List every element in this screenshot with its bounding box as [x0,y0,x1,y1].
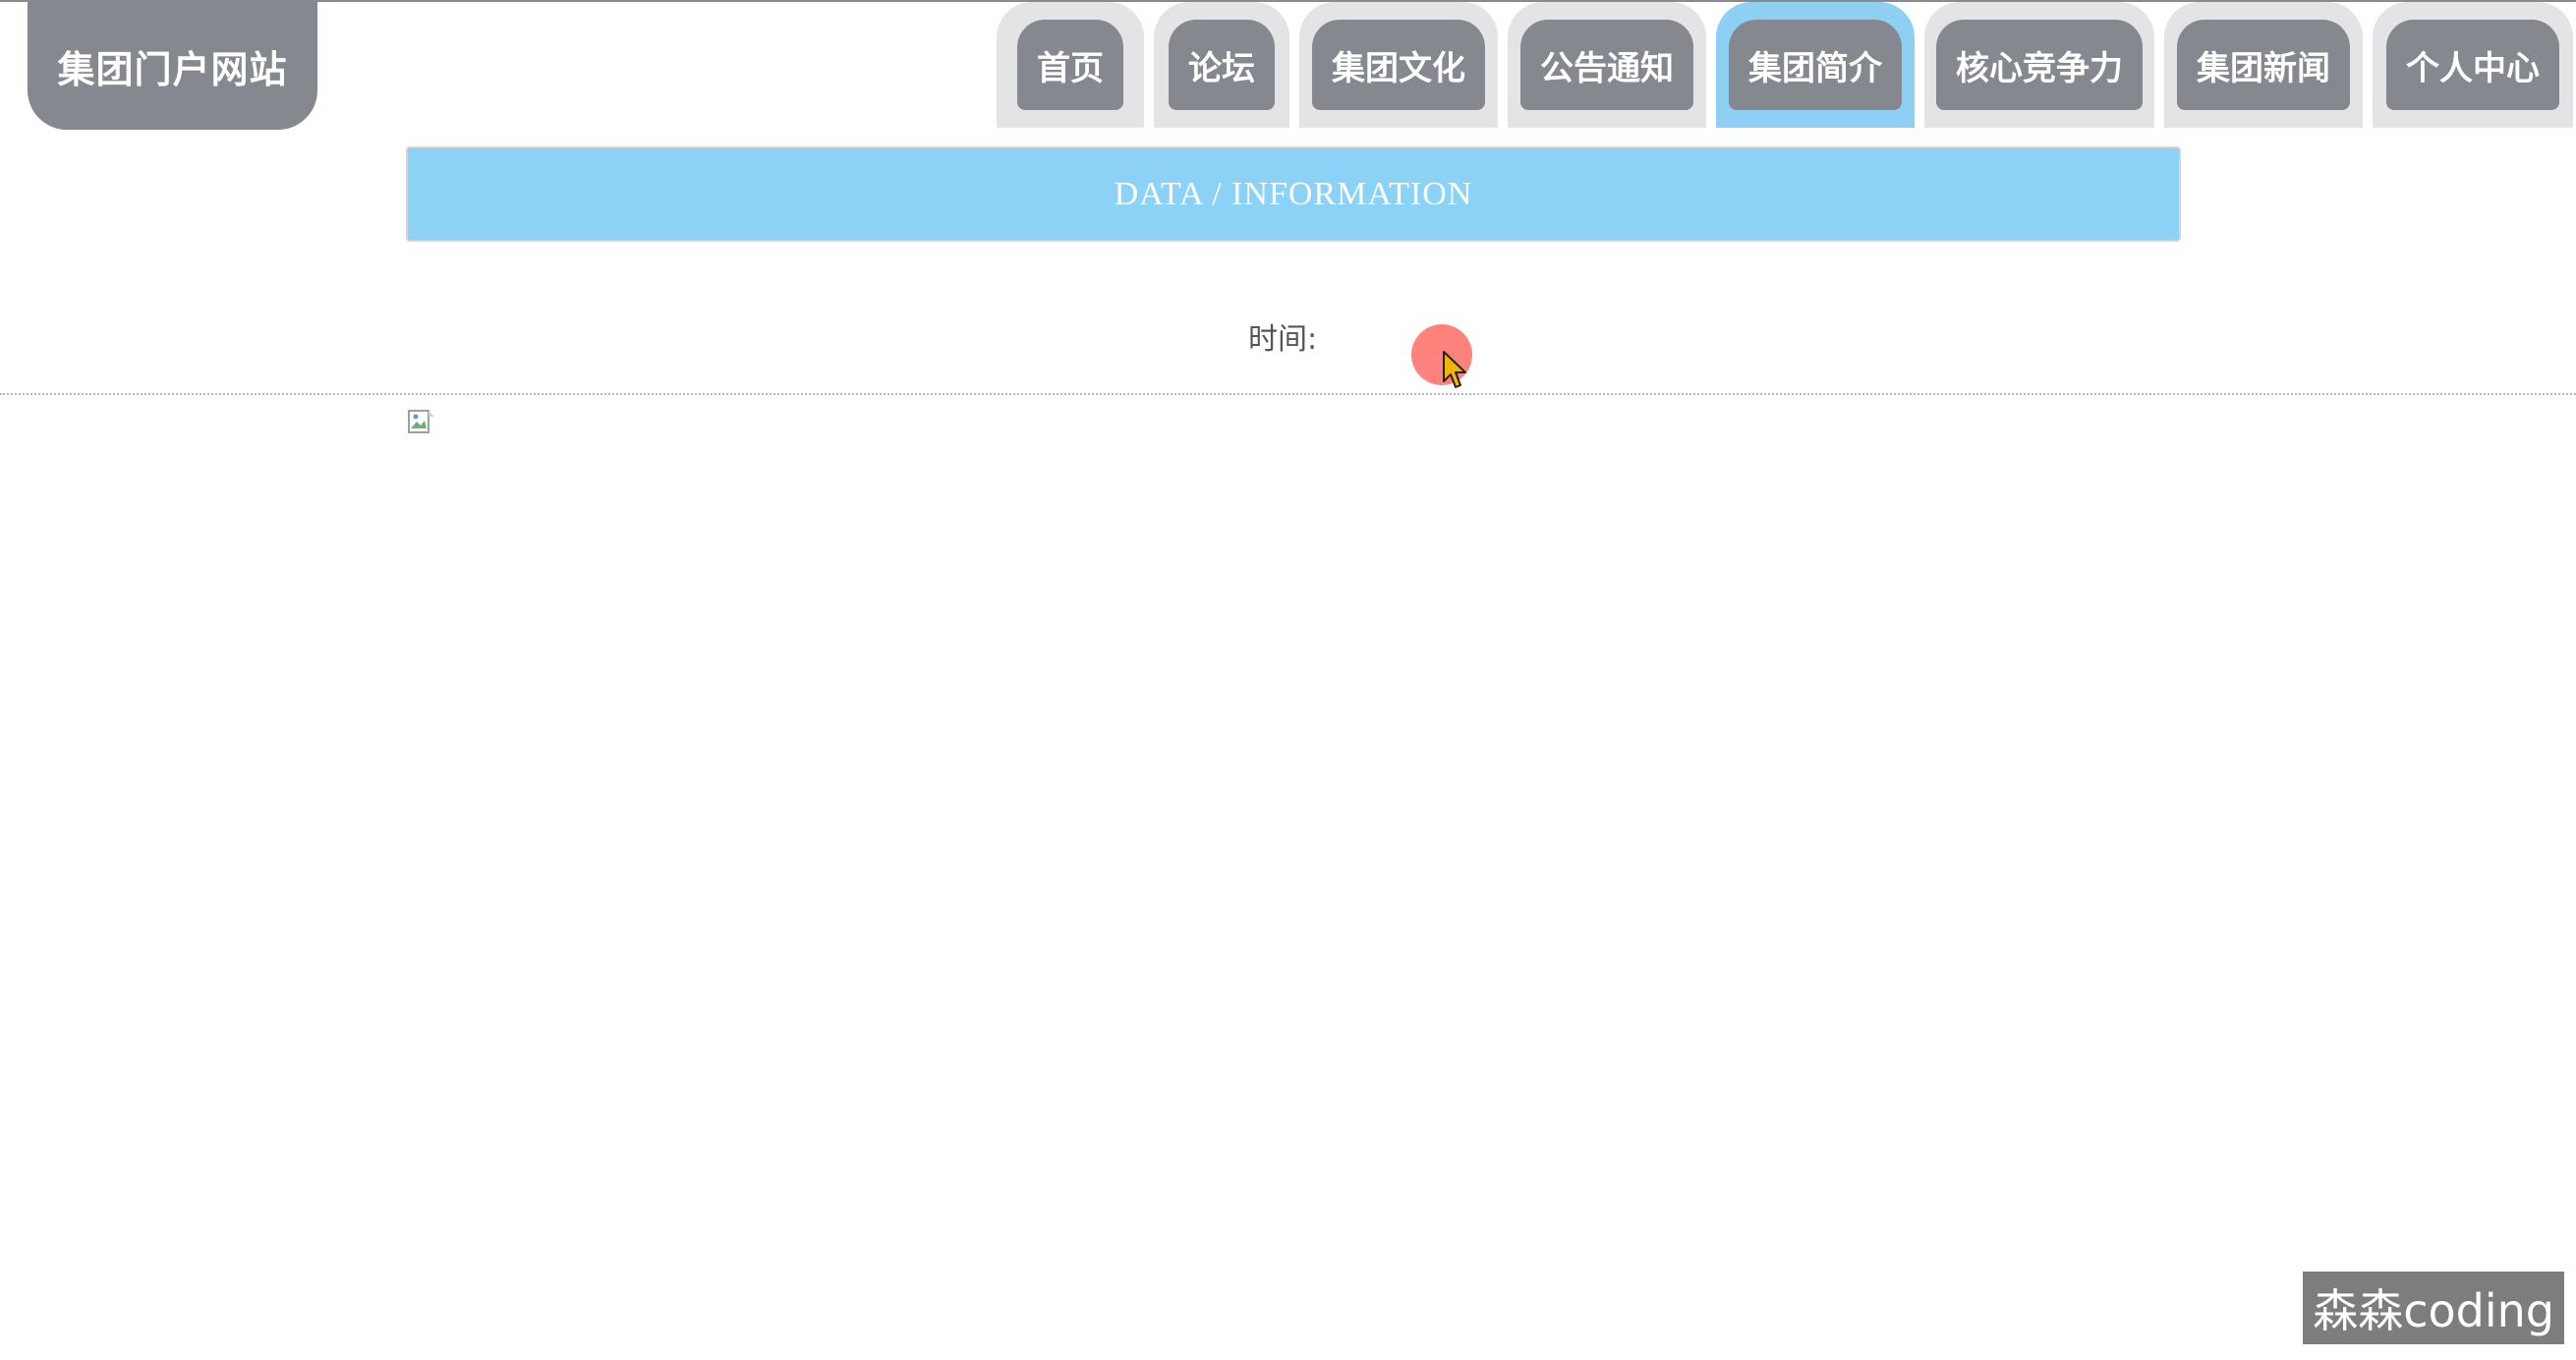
nav-tab-news[interactable]: 集团新闻 [2164,2,2363,128]
nav-tab-label: 首页 [1017,20,1123,110]
nav-tab-culture[interactable]: 集团文化 [1299,2,1498,128]
nav-tab-forum[interactable]: 论坛 [1154,2,1289,128]
site-logo[interactable]: 集团门户网站 [28,2,317,130]
nav-tab-notices[interactable]: 公告通知 [1508,2,1706,128]
nav-tab-personal-center[interactable]: 个人中心 [2373,2,2573,128]
site-logo-text: 集团门户网站 [57,47,288,91]
nav-tab-label: 论坛 [1169,20,1275,110]
nav-tab-competitiveness[interactable]: 核心竞争力 [1924,2,2154,128]
watermark: 森森coding [2303,1272,2564,1344]
banner-title: DATA / INFORMATION [1114,175,1473,212]
mouse-cursor-icon [1443,351,1466,388]
content-divider [0,393,2576,395]
nav-tab-label: 公告通知 [1520,20,1693,110]
page: 集团门户网站 首页 论坛 集团文化 公告通知 集团简介 核心竞争力 集团新闻 个… [0,0,2576,1360]
watermark-text: 森森coding [2313,1284,2554,1337]
nav-tab-label: 集团新闻 [2177,20,2350,110]
nav-tab-home[interactable]: 首页 [997,2,1144,128]
section-banner: DATA / INFORMATION [406,146,2181,242]
nav-tab-label: 集团简介 [1729,20,1902,110]
nav-tab-label: 核心竞争力 [1936,20,2143,110]
time-label: 时间: [1248,322,1318,357]
nav-tab-intro[interactable]: 集团简介 [1716,2,1915,128]
nav-tab-label: 个人中心 [2386,20,2559,110]
broken-image-icon [408,410,434,433]
article-time: 时间: [1248,314,1317,358]
main-nav: 首页 论坛 集团文化 公告通知 集团简介 核心竞争力 集团新闻 个人中心 [997,2,2573,130]
nav-tab-label: 集团文化 [1312,20,1485,110]
